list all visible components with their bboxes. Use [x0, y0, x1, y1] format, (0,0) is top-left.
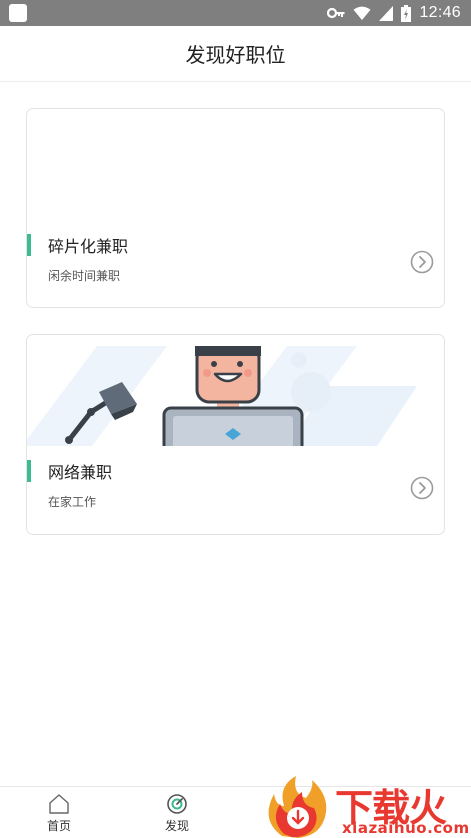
card-subtitle: 闲余时间兼职: [48, 269, 121, 283]
app-notification-icon: [9, 4, 27, 22]
person-laptop-illustration: [27, 346, 417, 446]
chevron-right-circle-icon[interactable]: [410, 250, 434, 274]
watermark-flame-icon: [268, 776, 327, 838]
watermark: 下载火 xiazaihuo.com: [262, 776, 471, 838]
home-icon: [49, 794, 69, 814]
card-subtitle: 在家工作: [48, 495, 97, 509]
status-icons: 12:46: [327, 0, 461, 26]
card-title: 碎片化兼职: [48, 237, 129, 256]
wifi-icon: [353, 6, 371, 20]
card-illustration: [27, 346, 444, 446]
key-icon: [327, 7, 345, 19]
page-header: 发现好职位: [0, 26, 471, 82]
card-accent-bar: [27, 460, 31, 482]
signal-icon: [379, 5, 394, 21]
nav-label-discover: 发现: [164, 819, 189, 833]
discover-icon: [167, 794, 187, 814]
job-category-card[interactable]: 碎片化兼职 闲余时间兼职: [26, 108, 445, 308]
card-accent-bar: [27, 234, 31, 256]
chevron-right-circle-icon[interactable]: [410, 476, 434, 500]
page-title: 发现好职位: [185, 43, 286, 67]
watermark-url: xiazaihuo.com: [342, 819, 470, 837]
card-title: 网络兼职: [48, 463, 113, 482]
battery-icon: [401, 4, 412, 22]
job-category-card[interactable]: 网络兼职 在家工作: [26, 334, 445, 535]
nav-label-home: 首页: [46, 819, 71, 833]
nav-item-discover[interactable]: 发现: [147, 793, 207, 834]
status-time: 12:46: [419, 4, 461, 21]
nav-item-home[interactable]: 首页: [29, 793, 89, 834]
status-bar: 12:46: [0, 0, 471, 26]
